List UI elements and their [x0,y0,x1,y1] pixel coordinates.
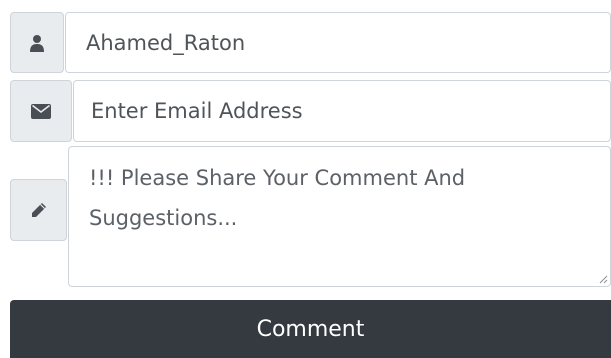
email-input-placeholder: Enter Email Address [91,99,303,123]
resize-grip-icon[interactable] [599,275,608,284]
comment-addon [10,179,67,241]
comment-textarea[interactable]: !!! Please Share Your Comment And Sugges… [68,146,611,287]
user-icon [30,34,44,52]
name-input-value: Ahamed_Raton [86,30,246,55]
comment-form: Ahamed_Raton Enter Email Address !!! Ple… [0,0,611,358]
email-input[interactable]: Enter Email Address [73,80,611,142]
name-input[interactable]: Ahamed_Raton [65,12,611,73]
comment-placeholder-line-1: !!! Please Share Your Comment And [89,166,466,190]
email-addon [10,80,72,142]
comment-button[interactable]: Comment [10,300,611,358]
comment-placeholder-line-2: Suggestions... [89,206,238,230]
envelope-icon [31,103,51,119]
pencil-icon [31,203,46,217]
name-addon [10,12,64,73]
